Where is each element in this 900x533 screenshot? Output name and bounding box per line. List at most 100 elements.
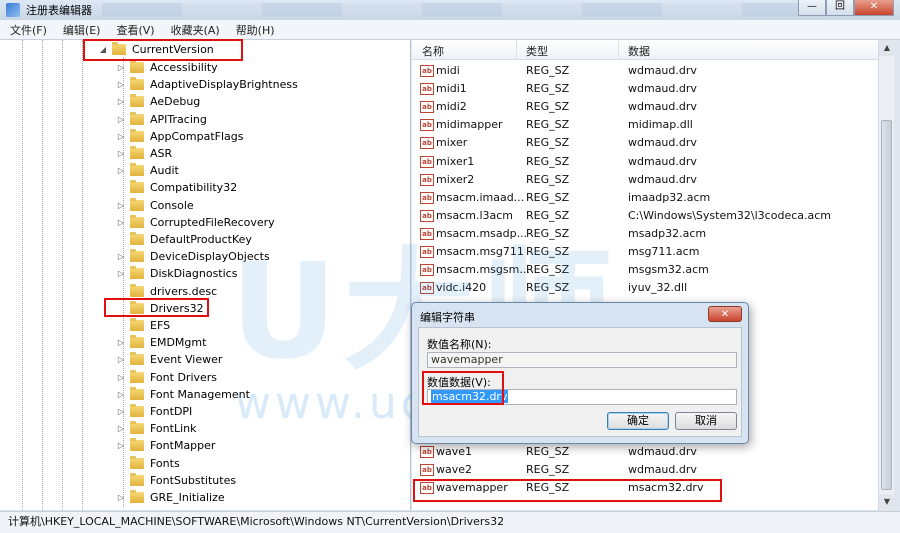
tree-item[interactable]: ▷ Console [116,197,194,214]
registry-value-row[interactable]: ab msacm.imaad... REG_SZ imaadp32.acm [412,189,888,207]
tree-item[interactable]: ▷ Font Management [116,386,250,403]
registry-value-row[interactable]: ab midi1 REG_SZ wdmaud.drv [412,80,888,98]
tree-item[interactable]: DefaultProductKey [116,231,252,248]
collapsed-arrow-icon[interactable]: ▷ [116,441,126,450]
column-name[interactable]: 名称 [422,43,444,59]
collapsed-arrow-icon[interactable]: ▷ [116,424,126,433]
tree-item[interactable]: ▷ Event Viewer [116,351,222,368]
folder-icon [130,352,144,366]
registry-value-row[interactable]: ab msacm.msadp... REG_SZ msadp32.acm [412,225,888,243]
registry-value-row[interactable]: ab midi REG_SZ wdmaud.drv [412,62,888,80]
edit-string-dialog: 编辑字符串 ✕ 数值名称(N): wavemapper 数值数据(V): msa… [411,302,749,444]
menu-file[interactable]: 文件(F) [10,22,47,38]
value-type: REG_SZ [526,463,570,477]
collapsed-arrow-icon[interactable]: ▷ [116,80,126,89]
tree-item[interactable]: ▷ Font Drivers [116,369,217,386]
value-name-field[interactable]: wavemapper [427,352,737,368]
menu-help[interactable]: 帮助(H) [236,22,275,38]
tree-item[interactable]: ▷ ASR [116,145,172,162]
column-data[interactable]: 数据 [628,43,650,59]
collapsed-arrow-icon[interactable]: ▷ [116,166,126,175]
tree-item-currentversion[interactable]: ◢ CurrentVersion [98,41,214,58]
maximize-button[interactable]: 回 [826,0,854,16]
registry-value-row[interactable]: ab mixer REG_SZ wdmaud.drv [412,134,888,152]
collapsed-arrow-icon[interactable]: ▷ [116,132,126,141]
collapsed-arrow-icon[interactable]: ▷ [116,407,126,416]
collapsed-arrow-icon[interactable]: ▷ [116,201,126,210]
tree-item[interactable]: Drivers32 [116,300,204,317]
value-data-field[interactable]: msacm32.drv [427,389,737,405]
collapsed-arrow-icon[interactable]: ▷ [116,63,126,72]
tree-item[interactable]: FontSubstitutes [116,472,236,489]
collapsed-arrow-icon[interactable]: ▷ [116,252,126,261]
tree-item[interactable]: ▷ Accessibility [116,59,218,76]
tree-item[interactable]: ▷ DeviceDisplayObjects [116,248,270,265]
tree-item[interactable]: ▷ CorruptedFileRecovery [116,214,275,231]
title-bar: 注册表编辑器 — 回 ✕ [0,0,900,20]
tree-item[interactable]: drivers.desc [116,283,217,300]
collapsed-arrow-icon[interactable]: ▷ [116,218,126,227]
tree-item[interactable]: ▷ APITracing [116,111,207,128]
registry-value-row[interactable]: ab mixer2 REG_SZ wdmaud.drv [412,171,888,189]
tree-item[interactable]: ▷ AppCompatFlags [116,128,244,145]
tree-item[interactable]: Compatibility32 [116,179,237,196]
collapsed-arrow-icon[interactable]: ▷ [116,115,126,124]
registry-value-row[interactable]: ab msacm.msgsm... REG_SZ msgsm32.acm [412,261,888,279]
registry-value-row[interactable]: ab wave2 REG_SZ wdmaud.drv [412,461,888,479]
tree-item[interactable]: ▷ AeDebug [116,93,200,110]
collapsed-arrow-icon[interactable]: ▷ [116,493,126,502]
registry-value-row[interactable]: ab msacm.msg711 REG_SZ msg711.acm [412,243,888,261]
registry-value-row[interactable]: ab msacm.l3acm REG_SZ C:\Windows\System32\l… [412,207,888,225]
value-name: midi2 [436,100,467,114]
tree-item[interactable]: Fonts [116,455,180,472]
registry-value-row[interactable]: ab vidc.i420 REG_SZ iyuv_32.dll [412,279,888,297]
folder-icon [130,455,144,469]
collapsed-arrow-icon[interactable]: ▷ [116,149,126,158]
value-type: REG_SZ [526,154,570,168]
cancel-button[interactable]: 取消 [675,412,737,430]
collapsed-arrow-icon[interactable]: ▷ [116,390,126,399]
ok-button[interactable]: 确定 [607,412,669,430]
collapsed-arrow-icon[interactable]: ▷ [116,355,126,364]
menu-view[interactable]: 查看(V) [116,22,154,38]
value-name: mixer [436,136,468,150]
registry-tree[interactable]: ◢ CurrentVersion ▷ Accessibility ▷ Adaptive… [0,40,411,510]
registry-value-row[interactable]: ab mixer1 REG_SZ wdmaud.drv [412,153,888,171]
tree-item[interactable]: ▷ EMDMgmt [116,334,206,351]
collapsed-arrow-icon[interactable]: ▷ [116,373,126,382]
tree-item[interactable]: ▷ Audit [116,162,179,179]
scroll-thumb[interactable] [881,120,892,490]
collapsed-arrow-icon[interactable]: ▷ [116,97,126,106]
scroll-down-icon[interactable]: ▼ [879,494,895,510]
scroll-up-icon[interactable]: ▲ [879,40,895,56]
folder-icon [130,214,144,228]
tree-item[interactable]: ▷ GRE_Initialize [116,489,225,506]
close-button[interactable]: ✕ [854,0,894,16]
tree-item[interactable]: ▷ FontMapper [116,437,215,454]
folder-icon [130,266,144,280]
menu-favorites[interactable]: 收藏夹(A) [171,22,220,38]
tree-item[interactable]: ▷ AdaptiveDisplayBrightness [116,76,298,93]
tree-item[interactable]: ▷ FontDPI [116,403,192,420]
value-data: wdmaud.drv [628,445,697,458]
registry-value-row[interactable]: ab wavemapper REG_SZ msacm32.drv [412,479,888,497]
minimize-button[interactable]: — [798,0,826,16]
tree-item[interactable]: EFS [116,317,170,334]
collapsed-arrow-icon[interactable]: ▷ [116,269,126,278]
values-scrollbar[interactable]: ▲ ▼ [878,40,895,510]
collapsed-arrow-icon[interactable]: ▷ [116,338,126,347]
menu-edit[interactable]: 编辑(E) [63,22,101,38]
column-separator[interactable] [618,40,619,60]
tree-item[interactable]: ▷ FontLink [116,420,196,437]
tree-item[interactable]: ▷ DiskDiagnostics [116,265,237,282]
value-name: mixer2 [436,172,475,186]
expanded-arrow-icon[interactable]: ◢ [98,45,108,54]
dialog-close-button[interactable]: ✕ [708,306,742,322]
registry-value-row[interactable]: ab midi2 REG_SZ wdmaud.drv [412,98,888,116]
tree-item-label: DeviceDisplayObjects [150,250,270,264]
column-type[interactable]: 类型 [526,43,548,59]
background-ghost [102,3,890,17]
registry-value-row[interactable]: ab wave1 REG_SZ wdmaud.drv [412,443,888,461]
column-separator[interactable] [516,40,517,60]
registry-value-row[interactable]: ab midimapper REG_SZ midimap.dll [412,116,888,134]
